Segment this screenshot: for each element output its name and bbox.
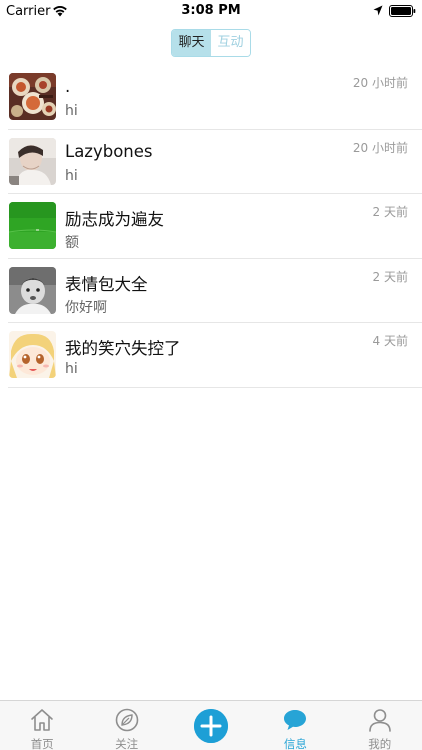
tab-mine[interactable]: 我的 — [338, 701, 422, 750]
food-photo-avatar — [9, 73, 56, 120]
row-divider — [8, 386, 422, 388]
conversation-name: Lazybones — [65, 141, 153, 161]
status-bar: Carrier 3:08 PM — [0, 0, 422, 24]
conversation-row[interactable]: 我的笑穴失控了 hi 4 天前 — [0, 323, 422, 388]
tab-home[interactable]: 首页 — [0, 701, 84, 750]
conversation-last-message: 你好啊 — [65, 299, 107, 316]
conversation-name: . — [65, 77, 71, 96]
tab-chat[interactable]: 聊天 — [172, 30, 211, 56]
conversation-row[interactable]: 励志成为遍友 额 2 天前 — [0, 194, 422, 259]
conversation-list: . hi 20 小时前 Lazybones hi 20 小时前 励志成为遍友 额… — [0, 65, 422, 388]
clock-time: 3:08 PM — [181, 3, 241, 18]
person-photo-avatar — [9, 137, 56, 185]
chat-interaction-segmented-control: 聊天 互动 — [171, 29, 251, 57]
conversation-time: 2 天前 — [372, 205, 408, 219]
tab-interaction[interactable]: 互动 — [211, 30, 250, 56]
tab-add[interactable] — [169, 701, 253, 750]
conversation-name: 表情包大全 — [65, 274, 148, 294]
conversation-time: 20 小时前 — [352, 140, 408, 155]
baby-photo-avatar — [9, 266, 56, 314]
battery-icon — [389, 5, 416, 17]
conversation-name: 励志成为遍友 — [65, 210, 164, 229]
tab-follow[interactable]: 关注 — [84, 701, 168, 750]
conversation-row[interactable]: 表情包大全 你好啊 2 天前 — [0, 259, 422, 323]
user-icon — [368, 709, 391, 732]
tab-mine-label: 我的 — [368, 737, 392, 750]
conversation-time: 2 天前 — [372, 269, 408, 284]
plus-icon — [193, 709, 228, 743]
tab-home-label: 首页 — [30, 737, 54, 750]
chat-bubble-icon — [284, 710, 307, 730]
conversation-row[interactable]: Lazybones hi 20 小时前 — [0, 130, 422, 194]
anime-girl-avatar — [9, 331, 56, 378]
conversation-time: 20 小时前 — [352, 76, 408, 90]
conversation-last-message: hi — [65, 167, 78, 184]
conversation-last-message: hi — [65, 361, 78, 377]
bottom-tab-bar: 首页 关注 信息 我的 — [0, 700, 422, 750]
home-icon — [31, 709, 53, 731]
tab-follow-label: 关注 — [115, 737, 139, 750]
app-screen: Carrier 3:08 PM 聊天 互动 . hi 20 小时前 Lazybo… — [0, 0, 422, 750]
tab-messages-label: 信息 — [283, 737, 307, 750]
add-post-button[interactable] — [193, 709, 228, 743]
conversation-name: 我的笑穴失控了 — [65, 339, 181, 358]
conversation-last-message: 额 — [65, 235, 79, 251]
conversation-last-message: hi — [65, 103, 78, 119]
conversation-time: 4 天前 — [372, 334, 408, 348]
conversation-row[interactable]: . hi 20 小时前 — [0, 65, 422, 130]
tab-messages[interactable]: 信息 — [253, 701, 337, 750]
compass-leaf-icon — [115, 708, 138, 732]
location-arrow-icon — [373, 5, 383, 16]
green-field-avatar — [9, 202, 56, 249]
